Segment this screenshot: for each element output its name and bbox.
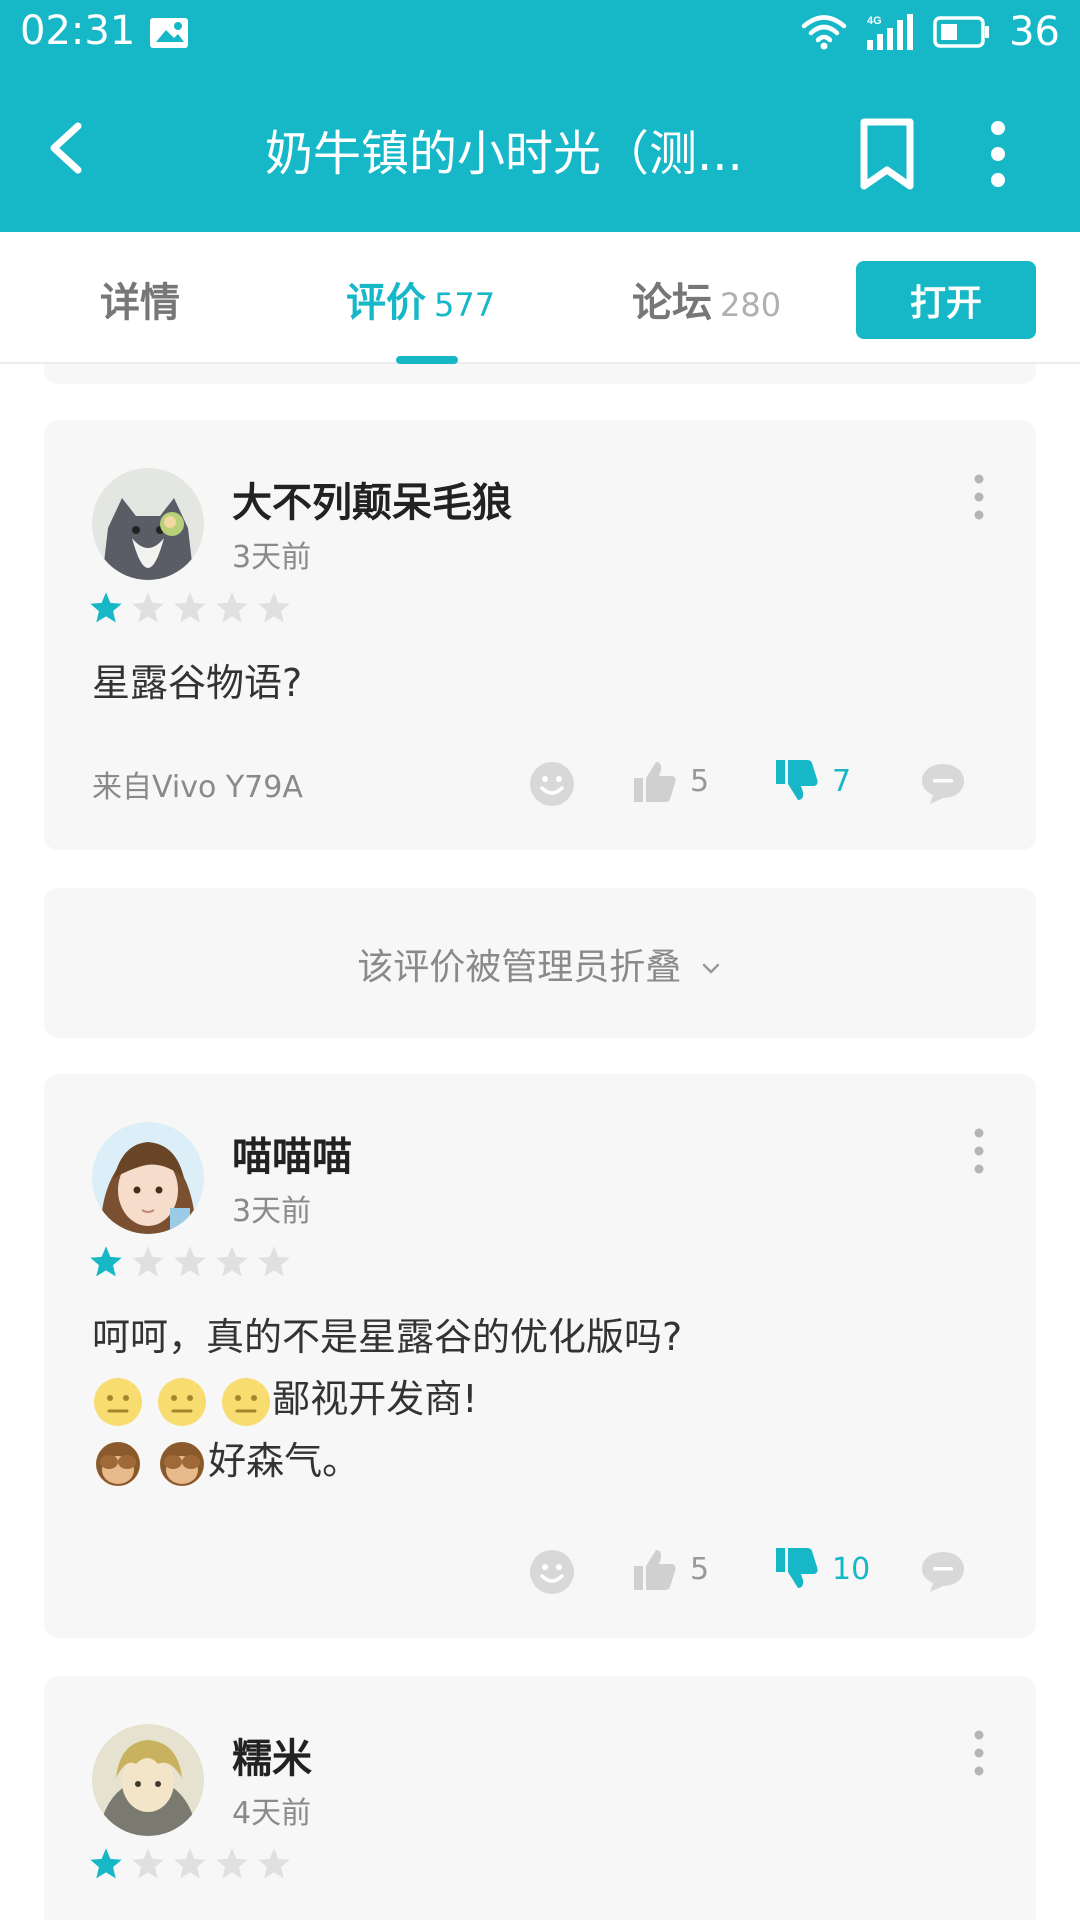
dislike-count: 7 (832, 763, 852, 799)
avatar[interactable] (92, 1122, 204, 1234)
emoji-react-icon[interactable] (528, 760, 576, 808)
star-empty-icon (174, 592, 206, 623)
moon-face-emoji-icon (222, 1377, 271, 1426)
collapsed-review-label: 该评价被管理员折叠 (357, 947, 682, 988)
thumbs-down-icon (776, 760, 818, 800)
tab-active-indicator (396, 356, 458, 364)
more-vertical-icon[interactable] (964, 1126, 994, 1176)
battery-level: 36 (1009, 9, 1060, 55)
review-line-text: 好森气。 (208, 1439, 361, 1483)
avatar-wolf-image (92, 468, 204, 580)
star-empty-icon (258, 1848, 290, 1879)
thumbs-up-icon (634, 1550, 676, 1590)
thumbs-up-icon (634, 762, 676, 802)
dislike-button[interactable]: 10 (774, 1546, 870, 1592)
username[interactable]: 糯米 (232, 1726, 312, 1784)
review-line: 鄙视开发商! (92, 1368, 682, 1430)
username[interactable]: 大不列颠呆毛狼 (232, 470, 512, 528)
comment-icon[interactable] (920, 762, 966, 806)
tab-details-label: 详情 (100, 280, 180, 326)
avatar[interactable] (92, 468, 204, 580)
avatar-boy-image (92, 1122, 204, 1234)
see-no-evil-monkey-emoji-icon (96, 1441, 140, 1486)
avatar-anime-image (92, 1724, 204, 1836)
star-filled-icon (90, 592, 122, 623)
wifi-icon (801, 15, 847, 50)
review-line: 呵呵，真的不是星露谷的优化版吗? (92, 1315, 683, 1359)
chevron-down-icon (702, 963, 719, 974)
back-arrow-icon[interactable] (30, 108, 110, 188)
moon-face-emoji-icon (158, 1377, 207, 1426)
dislike-count: 10 (832, 1551, 871, 1587)
star-rating (88, 1244, 292, 1280)
status-indicators: 4G 36 (801, 6, 1060, 58)
more-vertical-icon[interactable] (964, 472, 994, 522)
collapsed-review-notice: 该评价被管理员折叠 (44, 938, 1036, 990)
review-time: 3天前 (232, 540, 312, 575)
tab-forum[interactable]: 论坛 280 (632, 270, 781, 328)
star-filled-icon (90, 1246, 122, 1277)
review-line: 好森气。 (92, 1430, 682, 1492)
like-count: 5 (690, 763, 710, 799)
star-empty-icon (174, 1246, 206, 1277)
star-empty-icon (216, 1246, 248, 1277)
svg-text:4G: 4G (867, 15, 882, 27)
image-notification-icon (150, 18, 188, 48)
tab-forum-label: 论坛 (632, 280, 712, 326)
review-card: 大不列颠呆毛狼 3天前 星露谷物语? 来自Vivo Y79A 5 7 (44, 420, 1036, 850)
tab-reviews-label: 评价 (346, 280, 426, 326)
star-empty-icon (132, 592, 164, 623)
status-time: 02:31 (20, 8, 136, 54)
star-empty-icon (258, 592, 290, 623)
app-title: 奶牛镇的小时光（测... (265, 126, 743, 182)
review-text: 星露谷物语? (92, 661, 303, 705)
see-no-evil-monkey-emoji-icon (160, 1441, 205, 1486)
review-card: 喵喵喵 3天前 呵呵，真的不是星露谷的优化版吗? 鄙视开发商! 好森气。 5 1… (44, 1074, 1036, 1638)
review-card: 糯米 4天前 (44, 1676, 1036, 1920)
thumbs-down-icon (776, 1548, 818, 1588)
star-rating (88, 590, 292, 626)
star-empty-icon (216, 592, 248, 623)
like-button[interactable]: 5 (632, 1546, 709, 1592)
star-empty-icon (258, 1246, 290, 1277)
tab-forum-count: 280 (720, 286, 782, 324)
star-empty-icon (132, 1848, 164, 1879)
review-text: 呵呵，真的不是星露谷的优化版吗? 鄙视开发商! 好森气。 (92, 1306, 682, 1492)
collapsed-review-card[interactable]: 该评价被管理员折叠 (44, 888, 1036, 1038)
review-time: 3天前 (232, 1194, 312, 1229)
tab-reviews-count: 577 (434, 286, 496, 324)
star-rating (88, 1846, 292, 1882)
tab-details[interactable]: 详情 (100, 270, 180, 328)
avatar[interactable] (92, 1724, 204, 1836)
like-count: 5 (690, 1551, 710, 1587)
tab-bar: 详情 评价 577 论坛 280 打开 (0, 232, 1080, 364)
open-button[interactable]: 打开 (856, 261, 1036, 339)
device-source: 来自Vivo Y79A (92, 770, 303, 805)
star-empty-icon (216, 1848, 248, 1879)
previous-review-card (44, 364, 1036, 384)
cellular-signal-icon: 4G (867, 14, 914, 50)
status-bar: 02:31 4G 36 (0, 0, 1080, 64)
username[interactable]: 喵喵喵 (232, 1124, 352, 1182)
tab-reviews[interactable]: 评价 577 (346, 270, 495, 328)
dislike-button[interactable]: 7 (774, 758, 851, 804)
review-line-text: 鄙视开发商! (272, 1377, 478, 1421)
star-empty-icon (174, 1848, 206, 1879)
battery-icon (933, 16, 990, 48)
more-vertical-icon[interactable] (972, 114, 1024, 194)
bookmark-icon[interactable] (852, 114, 922, 194)
star-empty-icon (132, 1246, 164, 1277)
more-vertical-icon[interactable] (964, 1728, 994, 1778)
star-filled-icon (90, 1848, 122, 1879)
emoji-react-icon[interactable] (528, 1548, 576, 1596)
review-time: 4天前 (232, 1796, 312, 1831)
like-button[interactable]: 5 (632, 758, 709, 804)
comment-icon[interactable] (920, 1550, 966, 1594)
app-bar: 奶牛镇的小时光（测... (0, 64, 1080, 232)
moon-face-emoji-icon (94, 1377, 142, 1426)
